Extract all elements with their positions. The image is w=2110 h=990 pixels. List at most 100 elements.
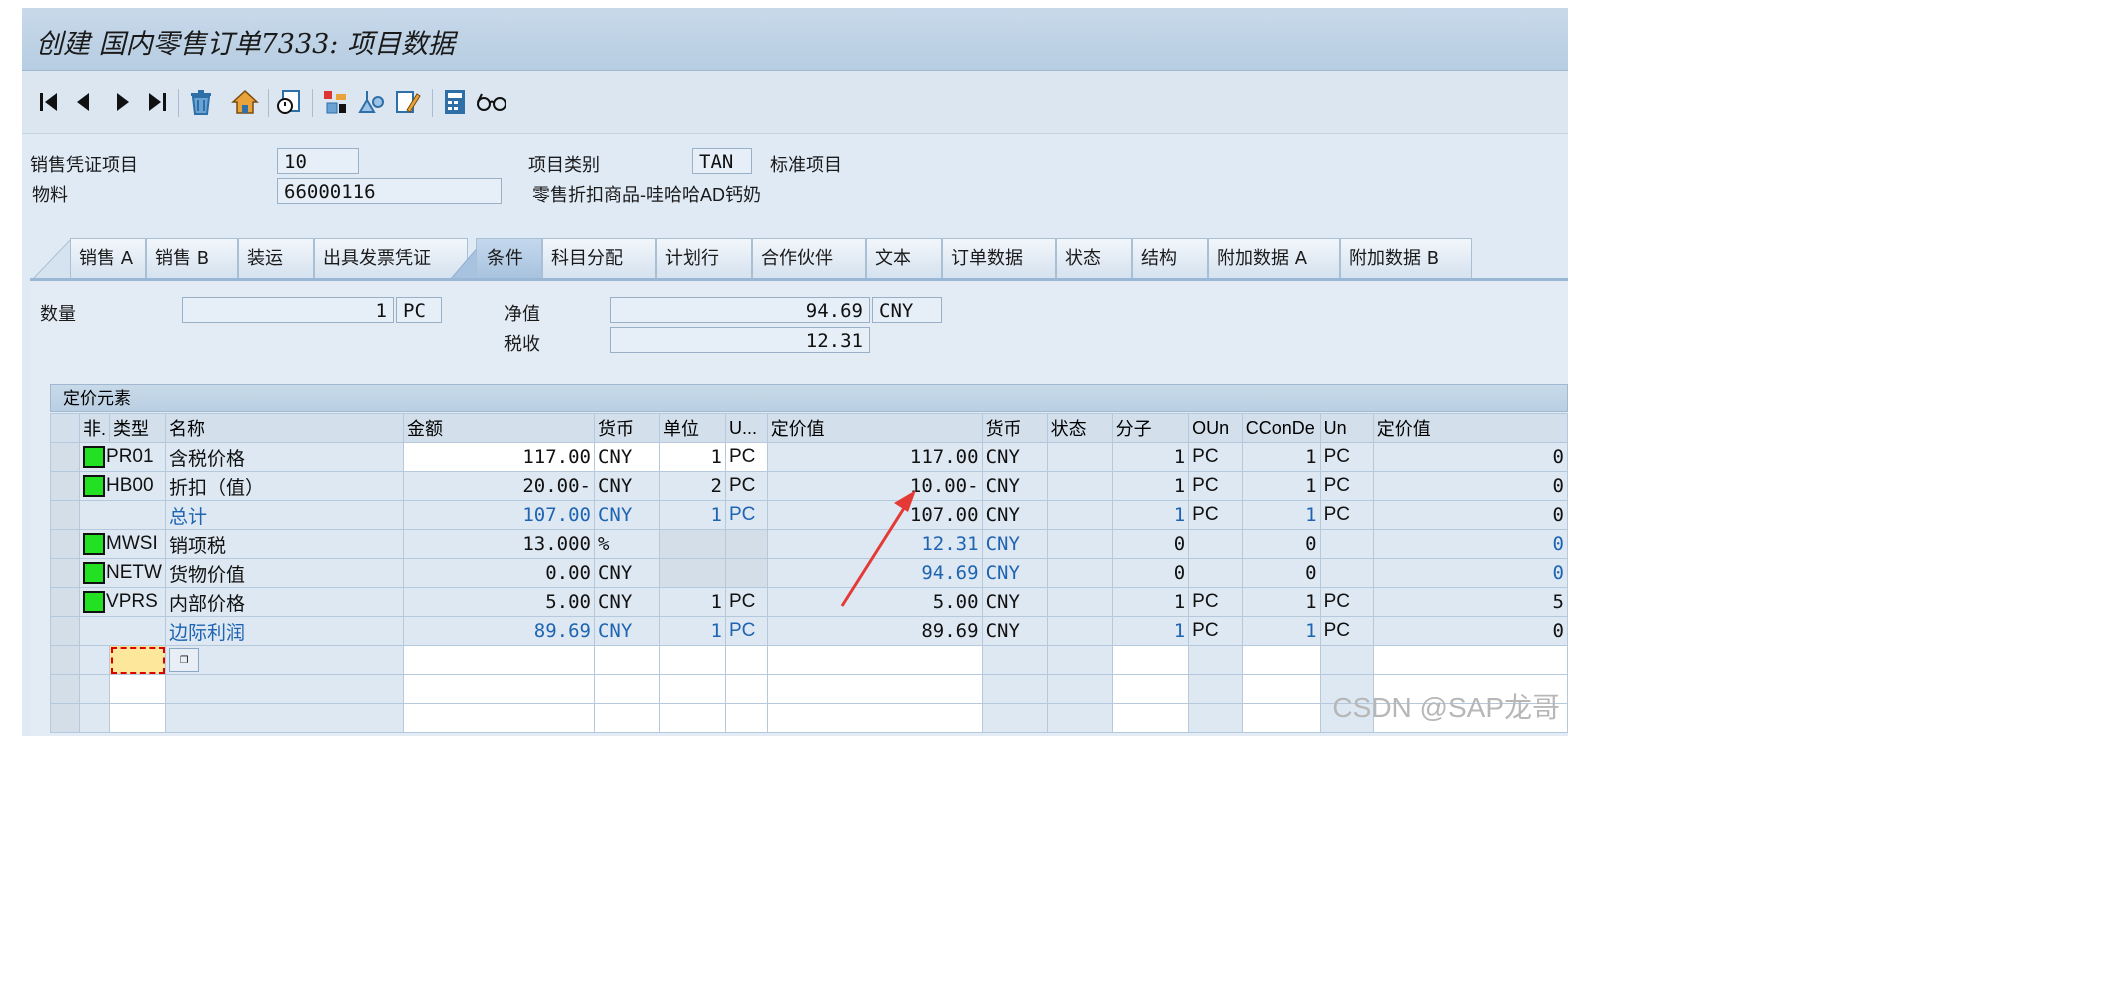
empty-cell[interactable] [1111, 674, 1190, 704]
uom-cell[interactable]: PC [724, 471, 768, 501]
empty-cell[interactable] [593, 703, 661, 733]
tab-order-data[interactable]: 订单数据 [942, 238, 1056, 278]
tab-sales-b[interactable]: 销售 B [146, 238, 238, 278]
uom-cell[interactable]: PC [724, 442, 768, 472]
col-status[interactable]: 状态 [1046, 413, 1113, 443]
empty-cell[interactable] [766, 703, 983, 733]
amount-cell[interactable]: 20.00- [403, 471, 595, 501]
tab-texts[interactable]: 文本 [866, 238, 942, 278]
unit-cell[interactable]: 2 [659, 471, 726, 501]
amount-cell[interactable]: 13.000 [403, 529, 595, 559]
amount-cell[interactable]: 0.00 [403, 558, 595, 588]
col-inactive[interactable]: 非. [79, 413, 111, 443]
material-field[interactable]: 66000116 [277, 178, 502, 204]
row-selector[interactable] [49, 645, 81, 675]
tab-partners[interactable]: 合作伙伴 [752, 238, 866, 278]
amount-cell[interactable]: 117.00 [403, 442, 595, 472]
empty-cell[interactable] [1241, 674, 1321, 704]
currency-cell[interactable]: CNY [593, 587, 661, 617]
value-help-cell[interactable]: ❐ [165, 645, 405, 675]
col-condition-value[interactable]: 定价值 [766, 413, 983, 443]
tab-shipping[interactable]: 装运 [238, 238, 314, 278]
table-row[interactable]: VPRS 内部价格 5.00 CNY 1 PC 5.00 CNY 1 PC 1 … [49, 587, 1568, 617]
row-selector[interactable] [49, 442, 81, 472]
item-category-field[interactable]: TAN [692, 148, 752, 174]
table-row[interactable]: HB00 折扣（值） 20.00- CNY 2 PC 10.00- CNY 1 … [49, 471, 1568, 501]
tab-conditions[interactable]: 条件 [476, 238, 542, 278]
glasses-icon[interactable] [476, 87, 506, 117]
col-ccondenom[interactable]: CConDe [1241, 413, 1321, 443]
col-name[interactable]: 名称 [165, 413, 405, 443]
tab-additional-data-a[interactable]: 附加数据 A [1208, 238, 1340, 278]
condition-value-2-cell[interactable] [1372, 645, 1568, 675]
empty-cell[interactable] [109, 703, 167, 733]
empty-cell[interactable] [403, 674, 595, 704]
uom-cell[interactable]: PC [724, 587, 768, 617]
empty-cell[interactable] [1111, 703, 1190, 733]
empty-cell[interactable] [659, 674, 726, 704]
row-selector[interactable] [49, 471, 81, 501]
currency-cell[interactable] [593, 645, 661, 675]
col-un[interactable]: Un [1319, 413, 1374, 443]
uom-cell[interactable] [724, 645, 768, 675]
row-selector[interactable] [49, 616, 81, 646]
condition-type-cell[interactable]: VPRS [79, 587, 167, 617]
empty-cell[interactable] [109, 674, 167, 704]
tab-structure[interactable]: 结构 [1132, 238, 1208, 278]
empty-cell[interactable] [724, 703, 768, 733]
unit-cell[interactable]: 1 [659, 587, 726, 617]
table-row[interactable]: NETW 货物价值 0.00 CNY 94.69 CNY 0 0 0 [49, 558, 1568, 588]
col-condition-value-2[interactable]: 定价值 [1372, 413, 1568, 443]
tab-schedule-lines[interactable]: 计划行 [656, 238, 752, 278]
col-amount[interactable]: 金额 [403, 413, 595, 443]
empty-cell[interactable] [403, 703, 595, 733]
calculator-icon[interactable] [440, 87, 470, 117]
empty-cell[interactable] [593, 674, 661, 704]
edit-document-icon[interactable] [392, 87, 422, 117]
tab-account-assignment[interactable]: 科目分配 [542, 238, 656, 278]
table-row[interactable]: MWSI 销项税 13.000 % 12.31 CNY 0 0 0 [49, 529, 1568, 559]
col-unit[interactable]: 单位 [659, 413, 726, 443]
condition-type-cell[interactable]: HB00 [79, 471, 167, 501]
new-condition-type-input[interactable] [109, 645, 167, 675]
delete-icon[interactable] [186, 87, 216, 117]
next-page-icon[interactable] [108, 87, 138, 117]
table-row[interactable]: 边际利润 89.69 CNY 1 PC 89.69 CNY 1 PC 1 PC … [49, 616, 1568, 646]
row-selector[interactable] [49, 674, 81, 704]
condition-value-cell[interactable] [766, 645, 983, 675]
sales-item-field[interactable]: 10 [277, 148, 359, 174]
ccondenom-cell[interactable] [1241, 645, 1321, 675]
condition-type-cell[interactable]: NETW [79, 558, 167, 588]
empty-cell[interactable] [724, 674, 768, 704]
amount-cell[interactable] [403, 645, 595, 675]
table-row[interactable]: 总计 107.00 CNY 1 PC 107.00 CNY 1 PC 1 PC … [49, 500, 1568, 530]
row-selector[interactable] [49, 558, 81, 588]
currency-cell[interactable]: % [593, 529, 661, 559]
last-page-icon[interactable] [142, 87, 172, 117]
condition-type-cell[interactable]: PR01 [79, 442, 167, 472]
new-entry-row[interactable]: ❐ [49, 645, 1568, 675]
row-selector-header[interactable] [49, 413, 81, 443]
tab-status[interactable]: 状态 [1056, 238, 1132, 278]
col-uom[interactable]: U... [724, 413, 768, 443]
row-selector[interactable] [49, 529, 81, 559]
home-icon[interactable] [230, 87, 260, 117]
value-help-icon[interactable]: ❐ [169, 648, 200, 672]
col-oun[interactable]: OUn [1188, 413, 1243, 443]
currency-cell[interactable]: CNY [593, 558, 661, 588]
col-numerator[interactable]: 分子 [1111, 413, 1190, 443]
first-page-icon[interactable] [34, 87, 64, 117]
table-row[interactable]: PR01 含税价格 117.00 CNY 1 PC 117.00 CNY 1 P… [49, 442, 1568, 472]
col-currency[interactable]: 货币 [593, 413, 661, 443]
tab-billing-document[interactable]: 出具发票凭证 [314, 238, 468, 278]
unit-cell[interactable] [659, 645, 726, 675]
empty-cell[interactable] [659, 703, 726, 733]
row-selector[interactable] [49, 703, 81, 733]
col-currency-2[interactable]: 货币 [981, 413, 1048, 443]
tab-sales-a[interactable]: 销售 A [70, 238, 146, 278]
unit-cell[interactable]: 1 [659, 442, 726, 472]
row-selector[interactable] [49, 587, 81, 617]
numerator-cell[interactable] [1111, 645, 1190, 675]
empty-cell[interactable] [766, 674, 983, 704]
condition-type-cell[interactable]: MWSI [79, 529, 167, 559]
